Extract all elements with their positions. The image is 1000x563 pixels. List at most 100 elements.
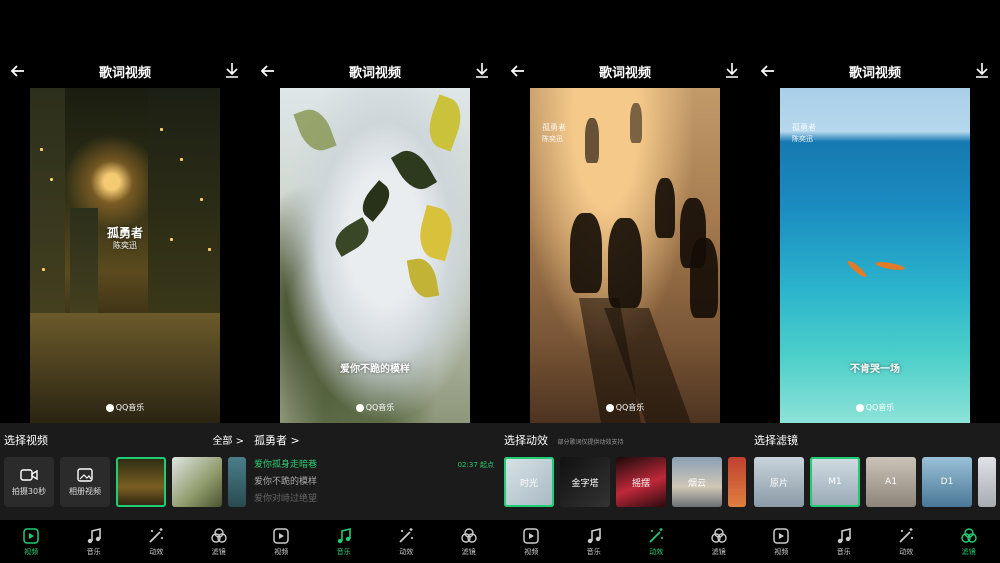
show-all-link[interactable]: 全部 > bbox=[212, 432, 244, 447]
lyric-overlay-title: 孤勇者 bbox=[792, 123, 816, 132]
qq-music-logo-icon bbox=[105, 403, 114, 412]
filter-thumb-original[interactable]: 原片 bbox=[754, 457, 804, 507]
tab-video[interactable]: 视频 bbox=[750, 520, 813, 563]
effect-thumb-pyramid[interactable]: 金字塔 bbox=[560, 457, 610, 507]
video-thumb-city[interactable] bbox=[116, 457, 166, 507]
video-play-icon bbox=[523, 527, 539, 544]
filter-thumb-m1[interactable]: M1 bbox=[810, 457, 860, 507]
tab-effects[interactable]: 动效 bbox=[375, 520, 438, 563]
screen-effects: 歌词视频 孤勇者 陈奕迅 QQ音乐 选择动效 部分歌词仅提供动效支持 时光 金字… bbox=[500, 0, 750, 563]
bottom-tab-bar: 视频 音乐 动效 滤镜 bbox=[250, 520, 500, 563]
music-note-icon bbox=[87, 527, 101, 543]
music-note-icon bbox=[337, 527, 351, 543]
lyric-overlay-artist: 陈奕迅 bbox=[113, 241, 137, 250]
tab-effects[interactable]: 动效 bbox=[875, 520, 938, 563]
video-play-icon bbox=[773, 527, 789, 544]
tab-music[interactable]: 音乐 bbox=[313, 520, 376, 563]
effect-thumb-swing[interactable]: 摇摆 bbox=[616, 457, 666, 507]
qq-music-logo-icon bbox=[855, 403, 864, 412]
top-bar: 歌词视频 bbox=[0, 58, 250, 86]
tab-video[interactable]: 视频 bbox=[500, 520, 563, 563]
tab-effects[interactable]: 动效 bbox=[625, 520, 688, 563]
page-title: 歌词视频 bbox=[848, 66, 901, 81]
video-preview: 爱你不跪的模样 QQ音乐 bbox=[280, 88, 470, 423]
top-bar: 歌词视频 bbox=[500, 58, 750, 86]
panel-title: 选择滤镜 bbox=[754, 434, 798, 447]
panel-title: 选择动效 bbox=[504, 434, 548, 447]
qq-music-watermark: QQ音乐 bbox=[530, 402, 720, 413]
filter-thumb-d1[interactable]: D1 bbox=[922, 457, 972, 507]
tab-music[interactable]: 音乐 bbox=[813, 520, 876, 563]
lyric-line[interactable]: 爱你对峙过绝望 bbox=[254, 491, 494, 508]
filter-circles-icon bbox=[211, 527, 227, 543]
select-filter-panel: 选择滤镜 原片 M1 A1 D1 bbox=[750, 423, 1000, 520]
tab-filter[interactable]: 滤镜 bbox=[188, 520, 251, 563]
select-effect-panel: 选择动效 部分歌词仅提供动效支持 时光 金字塔 摇摆 烟云 bbox=[500, 423, 750, 520]
tab-music[interactable]: 音乐 bbox=[563, 520, 626, 563]
lyric-line[interactable]: 爱你不跪的模样 bbox=[254, 474, 494, 491]
tab-filter[interactable]: 滤镜 bbox=[438, 520, 501, 563]
screen-video: 歌词视频 孤勇者 陈奕迅 QQ音乐 选择视频 全部 > 拍摄30秒 相册视频 视… bbox=[0, 0, 250, 563]
lyric-overlay-title: 孤勇者 bbox=[542, 123, 566, 132]
image-icon bbox=[77, 467, 93, 482]
lyric-overlay-artist: 陈奕迅 bbox=[792, 135, 813, 143]
download-icon[interactable] bbox=[972, 60, 992, 80]
effect-thumb-shiguang[interactable]: 时光 bbox=[504, 457, 554, 507]
tab-filter[interactable]: 滤镜 bbox=[688, 520, 751, 563]
video-thumb-partial[interactable] bbox=[228, 457, 246, 507]
panel-title: 选择视频 bbox=[4, 434, 48, 447]
tab-effects[interactable]: 动效 bbox=[125, 520, 188, 563]
record-30s-button[interactable]: 拍摄30秒 bbox=[4, 457, 54, 507]
bottom-tab-bar: 视频 音乐 动效 滤镜 bbox=[750, 520, 1000, 563]
bottom-tab-bar: 视频 音乐 动效 滤镜 bbox=[0, 520, 250, 563]
panel-hint: 部分歌词仅提供动效支持 bbox=[557, 439, 624, 446]
video-preview: 孤勇者 陈奕迅 不肯哭一场 QQ音乐 bbox=[780, 88, 970, 423]
page-title: 歌词视频 bbox=[598, 66, 651, 81]
lyric-start-time: 02:37 起点 bbox=[457, 461, 494, 469]
video-preview: 孤勇者 陈奕迅 QQ音乐 bbox=[530, 88, 720, 423]
filter-circles-icon bbox=[461, 527, 477, 543]
filter-thumb-partial[interactable] bbox=[978, 457, 996, 507]
tab-video[interactable]: 视频 bbox=[0, 520, 63, 563]
effect-thumb-smoke-cloud[interactable]: 烟云 bbox=[672, 457, 722, 507]
lyric-overlay-line: 爱你不跪的模样 bbox=[340, 364, 410, 375]
magic-wand-icon bbox=[649, 527, 664, 543]
lyric-overlay-artist: 陈奕迅 bbox=[542, 135, 563, 143]
page-title: 歌词视频 bbox=[348, 66, 401, 81]
screen-filter: 歌词视频 孤勇者 陈奕迅 不肯哭一场 QQ音乐 选择滤镜 原片 M1 A1 D1… bbox=[750, 0, 1000, 563]
qq-music-watermark: QQ音乐 bbox=[780, 402, 970, 413]
filter-circles-icon bbox=[961, 527, 977, 543]
video-thumb-leaves[interactable] bbox=[172, 457, 222, 507]
qq-music-watermark: QQ音乐 bbox=[280, 402, 470, 413]
download-icon[interactable] bbox=[722, 60, 742, 80]
song-title-link[interactable]: 孤勇者 > bbox=[254, 434, 300, 447]
page-title: 歌词视频 bbox=[98, 66, 151, 81]
video-play-icon bbox=[273, 527, 289, 544]
top-bar: 歌词视频 bbox=[750, 58, 1000, 86]
magic-wand-icon bbox=[399, 527, 414, 543]
camera-icon bbox=[20, 468, 38, 481]
lyric-overlay-title: 孤勇者 bbox=[106, 226, 143, 240]
album-video-button[interactable]: 相册视频 bbox=[60, 457, 110, 507]
qq-music-logo-icon bbox=[355, 403, 364, 412]
bottom-tab-bar: 视频 音乐 动效 滤镜 bbox=[500, 520, 750, 563]
magic-wand-icon bbox=[899, 527, 914, 543]
download-icon[interactable] bbox=[222, 60, 242, 80]
effect-thumb-partial[interactable] bbox=[728, 457, 746, 507]
lyric-overlay-line: 不肯哭一场 bbox=[850, 364, 900, 375]
filter-circles-icon bbox=[711, 527, 727, 543]
music-note-icon bbox=[587, 527, 601, 543]
qq-music-logo-icon bbox=[605, 403, 614, 412]
screen-music: 歌词视频 爱你不跪的模样 QQ音乐 孤勇者 > 爱你孤身走暗巷 02:37 起点… bbox=[250, 0, 500, 563]
download-icon[interactable] bbox=[472, 60, 492, 80]
top-bar: 歌词视频 bbox=[250, 58, 500, 86]
qq-music-watermark: QQ音乐 bbox=[30, 402, 220, 413]
select-video-panel: 选择视频 全部 > 拍摄30秒 相册视频 bbox=[0, 423, 250, 520]
tab-filter[interactable]: 滤镜 bbox=[938, 520, 1000, 563]
filter-thumb-a1[interactable]: A1 bbox=[866, 457, 916, 507]
magic-wand-icon bbox=[149, 527, 164, 543]
video-play-icon bbox=[23, 527, 39, 544]
tab-music[interactable]: 音乐 bbox=[63, 520, 126, 563]
music-note-icon bbox=[837, 527, 851, 543]
tab-video[interactable]: 视频 bbox=[250, 520, 313, 563]
